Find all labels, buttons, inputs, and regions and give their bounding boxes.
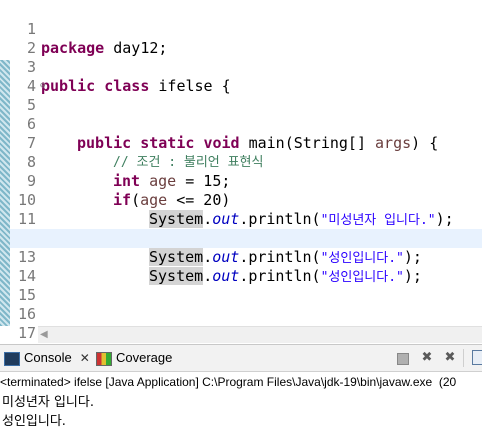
- code-line-3[interactable]: 3 public class ifelse {: [10, 39, 482, 95]
- remove-all-icon[interactable]: ✖: [442, 350, 458, 366]
- panel-tab-bar: Console ✕ Coverage ✖ ✖: [0, 345, 482, 372]
- code-line-2[interactable]: 2: [10, 20, 482, 57]
- code-line-11[interactable]: 11 else: [10, 191, 482, 247]
- close-icon[interactable]: ✕: [80, 351, 90, 365]
- console-output-line: 미성년자 입니다.: [2, 395, 94, 410]
- code-line-4[interactable]: 4: [10, 58, 482, 95]
- coverage-icon: [96, 351, 112, 366]
- console-icon: [4, 351, 20, 366]
- code-line-16[interactable]: 16 }: [10, 286, 482, 342]
- display-console-icon[interactable]: [472, 350, 482, 366]
- code-line-7[interactable]: 7 // 조건 : 불리언 표현식: [10, 115, 482, 170]
- code-line-13[interactable]: 13 System.out.println("성인입니다.");: [10, 229, 482, 285]
- code-line-9[interactable]: 9 if(age <= 20): [10, 153, 482, 209]
- tab-label: Console: [24, 350, 72, 365]
- code-line-8[interactable]: 8 int age = 15;: [10, 134, 482, 190]
- code-line-5[interactable]: 5 ⊖ public static void main(String[] arg…: [10, 77, 482, 152]
- code-line-1[interactable]: 1 package day12;: [10, 1, 482, 57]
- tab-label: Coverage: [116, 350, 173, 365]
- code-line-6[interactable]: 6: [10, 96, 482, 133]
- tab-console[interactable]: Console ✕: [4, 345, 90, 371]
- code-line-12[interactable]: 12 System.out.println("성인입니다.");: [10, 210, 482, 266]
- code-line-10[interactable]: 10 System.out.println("미성년자 입니다.");: [10, 172, 482, 228]
- line-number: 17: [17, 324, 36, 342]
- code-line-15[interactable]: 15: [10, 267, 482, 304]
- code-editor[interactable]: 1 package day12; 2 3 public class ifelse…: [0, 0, 482, 342]
- process-status: <terminated> ifelse [Java Application] C…: [0, 375, 457, 389]
- quick-diff-strip: [0, 60, 10, 326]
- console-panel: Console ✕ Coverage ✖ ✖ <terminated> ifels…: [0, 344, 482, 435]
- remove-launch-icon[interactable]: ✖: [419, 350, 435, 366]
- scroll-left-icon[interactable]: ◀: [40, 329, 48, 340]
- code-line-14[interactable]: 14: [10, 248, 482, 285]
- console-output-line: 성인입니다.: [2, 414, 66, 429]
- tab-coverage[interactable]: Coverage: [96, 345, 172, 371]
- code-line-17[interactable]: 17: [10, 305, 482, 342]
- fold-collapse-icon[interactable]: ⊖: [40, 77, 45, 96]
- toolbar-separator: [463, 349, 464, 367]
- stop-icon[interactable]: [394, 350, 410, 366]
- horizontal-scrollbar[interactable]: ◀: [38, 326, 482, 343]
